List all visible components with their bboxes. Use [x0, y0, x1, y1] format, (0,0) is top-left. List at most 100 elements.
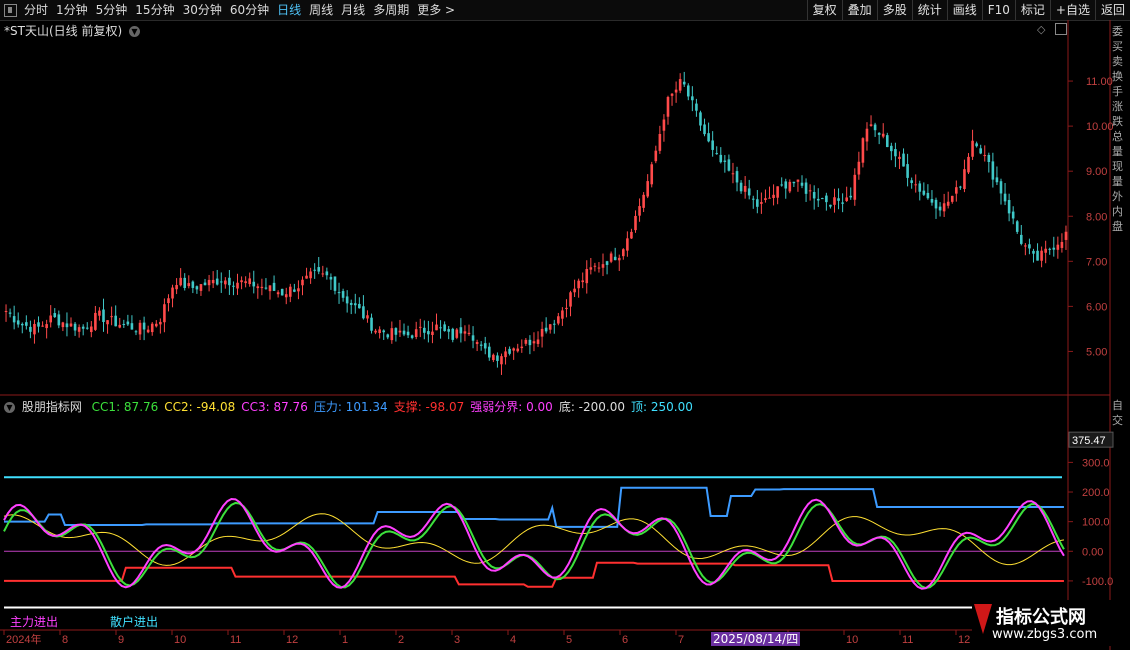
candle-body	[735, 171, 739, 183]
x-tick-label: 11	[230, 634, 241, 646]
price-tick-label: 11.00	[1086, 76, 1113, 88]
candle-body	[329, 276, 333, 280]
candle-body	[853, 174, 857, 200]
candle-body	[796, 179, 800, 182]
candle-body	[57, 314, 61, 326]
candle-body	[520, 346, 524, 349]
candle-body	[252, 281, 256, 287]
chart-canvas[interactable]: 11.0010.009.008.007.006.005.00300.0200.0…	[0, 0, 1130, 650]
candle-body	[881, 133, 885, 137]
candle-body	[565, 307, 568, 310]
chevron-down-icon[interactable]: ▼	[4, 402, 15, 413]
indicator-tick-label: 0.00	[1082, 546, 1103, 558]
window-mode-icon[interactable]	[1055, 23, 1067, 35]
candle-body	[963, 169, 966, 189]
candle-body	[333, 276, 337, 291]
candle-body	[561, 310, 564, 319]
candle-body	[756, 199, 759, 207]
candle-body	[183, 277, 187, 288]
candle-body	[479, 344, 483, 346]
candle-body	[118, 324, 122, 328]
chevron-down-icon[interactable]: ▼	[128, 26, 140, 37]
candle-body	[398, 330, 402, 333]
candle-body	[1036, 250, 1039, 261]
stock-title: *ST天山(日线 前复权)	[4, 24, 123, 38]
candle-body	[751, 198, 755, 200]
candle-body	[910, 180, 913, 183]
candle-body	[857, 161, 861, 175]
candle-body	[950, 195, 954, 202]
main-panel-title[interactable]: *ST天山(日线 前复权) ▼	[4, 22, 140, 39]
candle-body	[406, 331, 410, 336]
candle-body	[589, 267, 593, 270]
candle-body	[203, 282, 207, 286]
candle-body	[500, 356, 503, 365]
candle-body	[370, 317, 373, 331]
candle-body	[699, 112, 702, 126]
candle-body	[723, 160, 727, 162]
candle-body	[37, 322, 40, 327]
candle-body	[691, 96, 694, 101]
x-tick-label: 9	[118, 634, 124, 646]
candle-body	[110, 316, 113, 318]
candle-body	[646, 181, 649, 197]
candle-body	[134, 331, 138, 333]
candle-body	[49, 315, 53, 323]
indicator-tick-label: -100.0	[1082, 576, 1113, 588]
candle-body	[597, 267, 601, 269]
candle-body	[317, 267, 321, 272]
candle-body	[581, 280, 585, 283]
candle-body	[930, 199, 934, 203]
expand-icon[interactable]: ◇	[1037, 23, 1045, 36]
price-tick-label: 9.00	[1086, 166, 1107, 178]
candle-body	[142, 322, 146, 330]
candle-body	[902, 153, 905, 167]
indicator-panel-title[interactable]: ▼ 股朋指标网 CC1: 87.76 CC2: -94.08 CC3: 87.76 压…	[4, 398, 699, 415]
candle-body	[90, 326, 93, 333]
candle-body	[987, 154, 991, 163]
candle-body	[492, 354, 495, 361]
candle-body	[731, 173, 735, 175]
candle-body	[390, 328, 394, 341]
candle-body	[410, 335, 414, 338]
candle-body	[77, 327, 81, 332]
candle-body	[804, 182, 808, 194]
candle-body	[837, 198, 840, 201]
watermark-url: www.zbgs3.com	[992, 627, 1098, 642]
candle-body	[447, 329, 450, 332]
x-tick-label: 10	[174, 634, 186, 646]
price-tick-label: 10.00	[1086, 121, 1114, 133]
candle-body	[349, 302, 353, 305]
candle-body	[760, 202, 763, 204]
candle-body	[41, 325, 44, 327]
candle-body	[548, 324, 552, 330]
indicator-name: 股朋指标网	[21, 400, 82, 414]
candle-body	[138, 322, 142, 335]
candle-body	[418, 326, 422, 328]
candle-body	[268, 285, 272, 292]
candle-body	[1019, 234, 1023, 244]
candle-body	[869, 124, 873, 126]
candle-body	[536, 339, 540, 344]
candle-body	[179, 277, 182, 286]
legend-item: 强弱分界: 0.00	[470, 400, 553, 414]
candle-body	[366, 315, 369, 319]
watermark: 指标公式网 www.zbgs3.com	[972, 600, 1122, 646]
candle-body	[20, 323, 24, 326]
candle-body	[634, 215, 637, 231]
candle-body	[784, 181, 788, 189]
candle-body	[622, 249, 625, 257]
candle-body	[695, 103, 698, 111]
candle-body	[467, 332, 471, 335]
indicator-tick-label: 100.0	[1082, 517, 1110, 529]
candle-body	[662, 119, 666, 131]
candle-body	[414, 329, 418, 338]
candle-body	[1003, 193, 1007, 202]
candle-body	[353, 303, 357, 306]
candle-body	[321, 273, 325, 275]
candle-body	[301, 279, 304, 286]
candle-body	[374, 330, 377, 333]
x-tick-label: 11	[902, 634, 913, 646]
candle-body	[914, 184, 918, 186]
candle-body	[682, 81, 686, 85]
